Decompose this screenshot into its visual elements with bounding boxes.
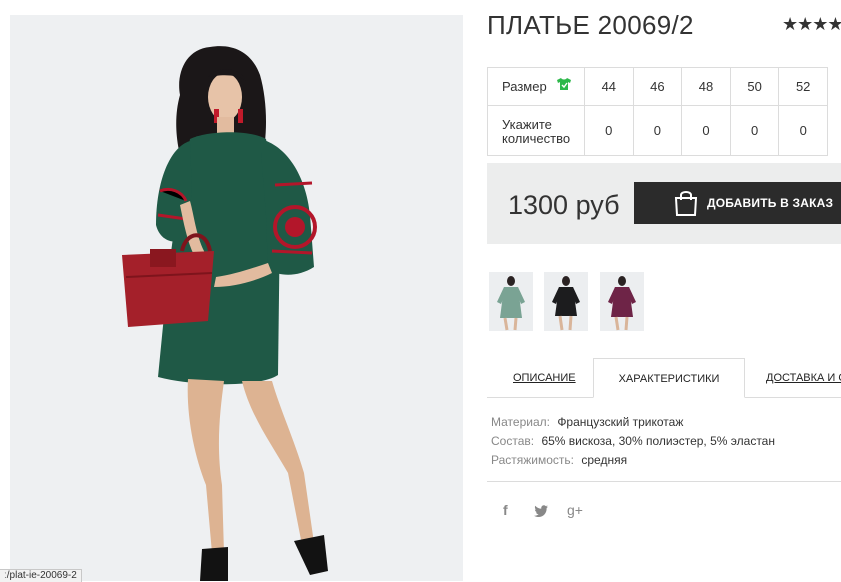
spec-value: средняя [581,453,628,467]
twitter-icon[interactable] [534,504,548,520]
quantity-input[interactable]: 0 [681,105,731,156]
spec-value: Французский трикотаж [557,415,684,429]
tab-description-label: ОПИСАНИЕ [513,372,576,384]
model-illustration [10,15,463,581]
product-tabs: ОПИСАНИЕ ХАРАКТЕРИСТИКИ ДОСТАВКА И О [487,358,841,398]
spec-row: Растяжимость: средняя [491,451,775,470]
status-bar-url: ː/plat-ie-20069-2 [0,569,82,582]
tab-delivery[interactable]: ДОСТАВКА И О [766,358,841,398]
add-to-order-label: ДОБАВИТЬ В ЗАКАЗ [707,196,834,210]
quantity-input[interactable]: 0 [778,105,828,156]
spec-label: Состав: [491,434,535,448]
price-bar: 1300 руб ДОБАВИТЬ В ЗАКАЗ [487,163,841,244]
thumbnail-black[interactable] [544,272,588,331]
quantity-input[interactable]: 0 [632,105,683,156]
quantity-row-label: Укажите количество [487,105,585,156]
size-row: Размер 44 46 48 50 52 [487,67,828,106]
size-label-text: Размер [502,78,547,94]
googleplus-icon[interactable]: g+ [567,502,583,518]
spec-row: Состав: 65% вискоза, 30% полиэстер, 5% э… [491,432,775,451]
quantity-input[interactable]: 0 [729,105,780,156]
spec-row: Материал: Французский трикотаж [491,413,775,432]
quantity-label-line2: количество [502,130,571,146]
spec-value: 65% вискоза, 30% полиэстер, 5% эластан [541,434,775,448]
size-chart-icon[interactable] [556,77,572,94]
section-divider [487,481,841,482]
rating-stars[interactable]: ★★★★ [782,14,841,35]
size-cell[interactable]: 46 [632,67,683,106]
add-to-order-button[interactable]: ДОБАВИТЬ В ЗАКАЗ [634,182,841,224]
size-cell[interactable]: 48 [681,67,731,106]
price: 1300 руб [508,190,620,220]
shopping-bag-icon [673,189,699,220]
facebook-icon[interactable]: f [503,502,508,518]
tab-delivery-label: ДОСТАВКА И О [766,372,841,384]
product-title: ПЛАТЬЕ 20069/2 [487,10,694,40]
size-cell[interactable]: 52 [778,67,828,106]
spec-label: Материал: [491,415,550,429]
product-photo[interactable] [10,15,463,581]
tab-characteristics-label: ХАРАКТЕРИСТИКИ [618,373,720,385]
spec-label: Растяжимость: [491,453,575,467]
tab-description[interactable]: ОПИСАНИЕ [513,358,576,398]
thumbnail-plum[interactable] [600,272,644,331]
specifications: Материал: Французский трикотаж Состав: 6… [491,413,775,470]
quantity-label-line1: Укажите [502,116,552,132]
size-row-label: Размер [487,67,585,106]
tab-characteristics[interactable]: ХАРАКТЕРИСТИКИ [593,358,745,398]
size-cell[interactable]: 50 [729,67,780,106]
quantity-input[interactable]: 0 [584,105,634,156]
thumbnail-green[interactable] [489,272,533,331]
size-cell[interactable]: 44 [584,67,634,106]
quantity-row: Укажите количество 0 0 0 0 0 [487,105,828,156]
size-table: Размер 44 46 48 50 52 Укажите количество… [487,67,828,156]
